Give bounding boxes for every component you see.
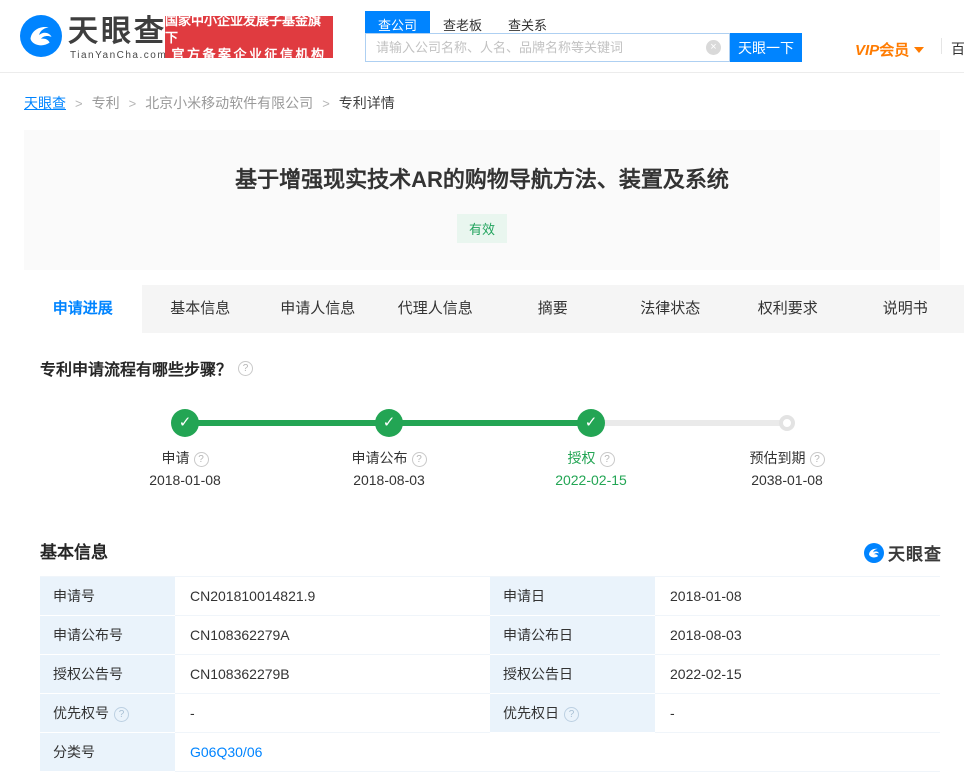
help-icon[interactable]: ? <box>193 452 209 467</box>
table-label: 分类号 <box>40 733 175 772</box>
table-value: 2022-02-15 <box>655 655 940 694</box>
detail-tabbar: 申请进展 基本信息 申请人信息 代理人信息 摘要 法律状态 权利要求 说明书 <box>24 285 964 333</box>
table-value: G06Q30/06 <box>175 733 940 772</box>
basic-info-heading: 基本信息 <box>40 543 108 562</box>
breadcrumb: 天眼查 > 专利 > 北京小米移动软件有限公司 > 专利详情 <box>24 93 395 113</box>
table-label: 申请号 <box>40 577 175 616</box>
classification-link[interactable]: G06Q30/06 <box>190 744 262 760</box>
timeline-step-label: 申请? <box>105 448 265 468</box>
vip-label-suffix: 会员 <box>879 42 910 59</box>
timeline-step-date: 2022-02-15 <box>555 472 627 488</box>
tab-application-progress[interactable]: 申请进展 <box>24 285 142 333</box>
table-value: CN108362279B <box>175 655 490 694</box>
header-divider <box>941 38 942 54</box>
basic-info-table: 申请号 CN201810014821.9 申请日 2018-01-08 申请公布… <box>40 576 940 772</box>
help-icon[interactable]: ? <box>809 452 825 467</box>
logo-text[interactable]: 天眼查 <box>68 16 167 48</box>
check-icon: ✓ <box>577 409 605 437</box>
table-label: 授权公告号 <box>40 655 175 694</box>
pending-node-icon <box>779 415 795 431</box>
help-icon[interactable]: ? <box>599 452 615 467</box>
header-right-partial-text[interactable]: 百 <box>951 39 964 59</box>
tab-claims[interactable]: 权利要求 <box>729 285 847 333</box>
tab-agent-info[interactable]: 代理人信息 <box>377 285 495 333</box>
help-icon[interactable]: ? <box>114 707 129 722</box>
help-icon[interactable]: ? <box>564 707 579 722</box>
breadcrumb-home[interactable]: 天眼查 <box>24 93 66 113</box>
clear-icon[interactable]: × <box>706 40 721 55</box>
tianyancha-logo-icon[interactable] <box>20 15 62 57</box>
timeline-step-date: 2018-01-08 <box>149 472 221 488</box>
table-label: 优先权日? <box>490 694 655 733</box>
chevron-down-icon <box>914 46 925 53</box>
timeline-step-date: 2018-08-03 <box>353 472 425 488</box>
breadcrumb-company[interactable]: 北京小米移动软件有限公司 <box>145 93 313 113</box>
watermark-text: 天眼查 <box>888 545 942 564</box>
process-heading: 专利申请流程有哪些步骤？ ? <box>40 356 254 380</box>
timeline-line-pending <box>591 420 787 426</box>
search-box: × <box>365 33 730 62</box>
process-heading-text: 专利申请流程有哪些步骤？ <box>40 362 233 379</box>
tab-basic-info[interactable]: 基本信息 <box>142 285 260 333</box>
gov-fund-badge: 国家中小企业发展子基金旗下 官方备案企业征信机构 <box>165 13 333 62</box>
tab-legal-status[interactable]: 法律状态 <box>612 285 730 333</box>
table-label: 优先权号? <box>40 694 175 733</box>
table-value: 2018-08-03 <box>655 616 940 655</box>
timeline-step-label: 申请公布? <box>309 448 469 468</box>
status-badge: 有效 <box>456 214 507 243</box>
table-value: CN201810014821.9 <box>175 577 490 616</box>
search-button[interactable]: 天眼一下 <box>730 33 802 62</box>
watermark: 天眼查 <box>864 540 942 565</box>
breadcrumb-current: 专利详情 <box>338 95 395 111</box>
table-label: 申请公布号 <box>40 616 175 655</box>
check-icon: ✓ <box>171 409 199 437</box>
gov-badge-line2: 官方备案企业征信机构 <box>171 46 327 62</box>
tab-description[interactable]: 说明书 <box>847 285 964 333</box>
logo-domain: TianYanCha.com <box>70 50 168 61</box>
table-label: 申请日 <box>490 577 655 616</box>
help-icon[interactable]: ? <box>238 360 254 376</box>
timeline-step-label: 授权? <box>511 448 671 468</box>
table-value: - <box>175 694 490 733</box>
help-icon[interactable]: ? <box>411 452 427 467</box>
tab-applicant-info[interactable]: 申请人信息 <box>259 285 377 333</box>
patent-title-card: 基于增强现实技术AR的购物导航方法、装置及系统 有效 <box>24 130 940 270</box>
table-value: CN108362279A <box>175 616 490 655</box>
vip-label-prefix: VIP <box>855 42 880 59</box>
table-label: 授权公告日 <box>490 655 655 694</box>
vip-menu[interactable]: VIP会员 <box>855 39 925 60</box>
timeline-step-label: 预估到期? <box>707 448 867 468</box>
table-value: - <box>655 694 940 733</box>
patent-detail-page: 天眼查 TianYanCha.com 国家中小企业发展子基金旗下 官方备案企业征… <box>0 0 964 782</box>
breadcrumb-separator: > <box>128 95 137 111</box>
timeline-step-date: 2038-01-08 <box>751 472 823 488</box>
site-header: 天眼查 TianYanCha.com 国家中小企业发展子基金旗下 官方备案企业征… <box>0 0 964 73</box>
gov-badge-line1: 国家中小企业发展子基金旗下 <box>165 12 322 45</box>
search-input[interactable] <box>365 33 730 62</box>
check-icon: ✓ <box>375 409 403 437</box>
process-timeline: ✓ ✓ ✓ 申请? 申请公布? 授权? 预估到期? 2018-01-08 201… <box>0 400 964 500</box>
table-value: 2018-01-08 <box>655 577 940 616</box>
breadcrumb-separator: > <box>322 95 330 111</box>
breadcrumb-separator: > <box>75 95 83 111</box>
tianyancha-watermark-icon <box>864 542 884 563</box>
tab-abstract[interactable]: 摘要 <box>494 285 612 333</box>
table-label: 申请公布日 <box>490 616 655 655</box>
page-title: 基于增强现实技术AR的购物导航方法、装置及系统 <box>235 167 729 192</box>
breadcrumb-section[interactable]: 专利 <box>92 93 120 113</box>
